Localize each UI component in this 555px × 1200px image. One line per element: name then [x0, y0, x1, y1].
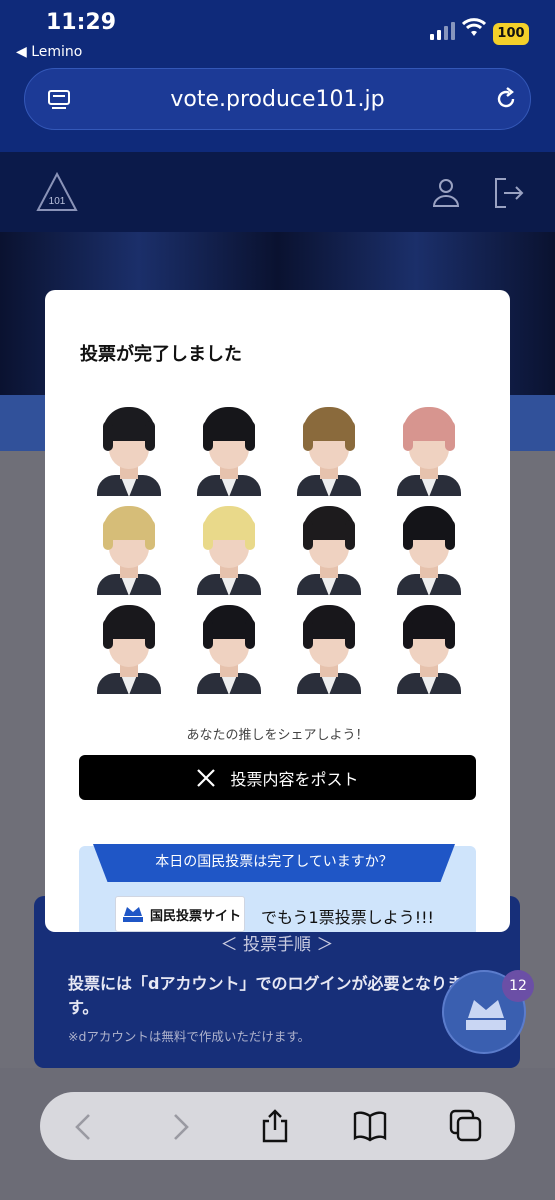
- trainee-photo: [393, 601, 465, 694]
- crown-icon: [466, 1000, 506, 1030]
- share-icon[interactable]: [259, 1108, 291, 1144]
- notification-badge: 12: [502, 970, 534, 1002]
- tabs-icon[interactable]: [448, 1108, 484, 1144]
- trainee-photo: [293, 403, 365, 496]
- signal-icon: [430, 22, 455, 40]
- bookmarks-icon[interactable]: [352, 1110, 388, 1142]
- toolbar-pill: [40, 1092, 515, 1160]
- forward-icon[interactable]: [168, 1112, 192, 1142]
- back-icon[interactable]: [72, 1112, 96, 1142]
- trainee-photo: [193, 601, 265, 694]
- browser-address-area: vote.produce101.jp: [0, 62, 555, 152]
- post-to-x-button[interactable]: 投票内容をポスト: [79, 755, 476, 800]
- address-bar[interactable]: vote.produce101.jp: [24, 68, 531, 130]
- site-button-label: 国民投票サイト: [150, 908, 242, 924]
- trainee-photo: [193, 403, 265, 496]
- trainee-photo: [293, 601, 365, 694]
- modal-title: 投票が完了しました: [80, 344, 242, 365]
- post-button-label: 投票内容をポスト: [230, 769, 359, 789]
- user-icon[interactable]: [430, 176, 462, 208]
- national-vote-site-button[interactable]: 国民投票サイト: [115, 896, 245, 932]
- battery-icon: 100: [493, 23, 529, 45]
- vote-steps-title: ＜ 投票手順 ＞: [220, 935, 334, 955]
- trainee-photo: [93, 601, 165, 694]
- back-to-app-link[interactable]: ◀ Lemino: [16, 44, 82, 60]
- status-bar: 11:29 ◀ Lemino 100: [0, 0, 555, 62]
- national-vote-ribbon: 本日の国民投票は完了していますか？: [93, 844, 455, 882]
- wifi-icon: [462, 18, 486, 36]
- clock: 11:29: [46, 10, 117, 35]
- share-hint: あなたの推しをシェアしよう！: [186, 728, 369, 743]
- reload-icon[interactable]: [493, 86, 519, 112]
- svg-text:101: 101: [49, 196, 66, 207]
- trainee-photo: [93, 403, 165, 496]
- vote-complete-modal: 投票が完了しました あなたの推しをシェアしよう！ 投票内容をポスト 本日の国民投…: [45, 290, 510, 932]
- url-text[interactable]: vote.produce101.jp: [25, 87, 530, 112]
- vote-steps-note: ※dアカウントは無料で作成いただけます。: [68, 1029, 311, 1044]
- produce101-logo[interactable]: 101: [36, 172, 78, 214]
- trainee-photo: [293, 502, 365, 595]
- browser-toolbar: [0, 1068, 555, 1200]
- national-vote-cta: でもう1票投票しよう!!!: [261, 908, 434, 927]
- trainee-photo: [193, 502, 265, 595]
- trainee-photo: [393, 403, 465, 496]
- site-header: 101: [0, 152, 555, 232]
- vote-steps-text: 投票には「dアカウント」でのログインが必要となります。: [68, 974, 463, 1017]
- trainee-photo: [393, 502, 465, 595]
- x-logo-icon: [197, 768, 216, 787]
- trainee-grid: [93, 403, 465, 700]
- trainee-photo: [93, 502, 165, 595]
- crown-icon: [123, 907, 143, 922]
- national-vote-box: 本日の国民投票は完了していますか？ 国民投票サイト でもう1票投票しよう!!!: [79, 844, 476, 932]
- logout-icon[interactable]: [492, 176, 526, 210]
